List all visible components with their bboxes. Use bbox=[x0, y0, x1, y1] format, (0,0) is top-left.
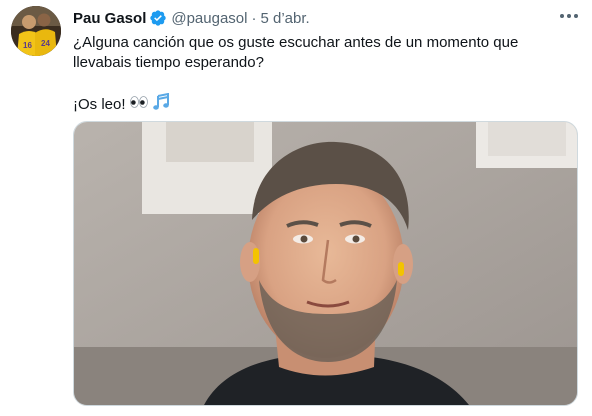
author-handle[interactable]: @paugasol bbox=[171, 10, 247, 27]
tweet-text-line-2: ¡Os leo! bbox=[73, 92, 578, 117]
verified-badge-icon bbox=[149, 9, 167, 27]
selfie-photo bbox=[74, 122, 577, 405]
tweet-text-line-2-label: ¡Os leo! bbox=[73, 96, 126, 113]
author-name[interactable]: Pau Gasol bbox=[73, 10, 146, 27]
svg-text:24: 24 bbox=[41, 39, 50, 48]
tweet-text-line-1: ¿Alguna canción que os guste escuchar an… bbox=[73, 34, 519, 71]
tweet-text: ¿Alguna canción que os guste escuchar an… bbox=[73, 33, 578, 117]
tweet-photo[interactable] bbox=[73, 121, 578, 406]
musical-notes-icon bbox=[152, 92, 170, 117]
more-options-button[interactable] bbox=[556, 6, 582, 26]
tweet[interactable]: 16 24 Pau Gasol @paugasol · 5 d’abr. ¿Al… bbox=[0, 0, 592, 416]
author-avatar[interactable]: 16 24 bbox=[11, 6, 61, 56]
tweet-header: Pau Gasol @paugasol · 5 d’abr. bbox=[73, 8, 310, 28]
more-options-icon bbox=[560, 14, 578, 18]
separator-dot: · bbox=[251, 9, 257, 27]
svg-text:16: 16 bbox=[23, 41, 32, 50]
timestamp[interactable]: 5 d’abr. bbox=[260, 10, 309, 27]
eyes-icon bbox=[129, 95, 148, 115]
